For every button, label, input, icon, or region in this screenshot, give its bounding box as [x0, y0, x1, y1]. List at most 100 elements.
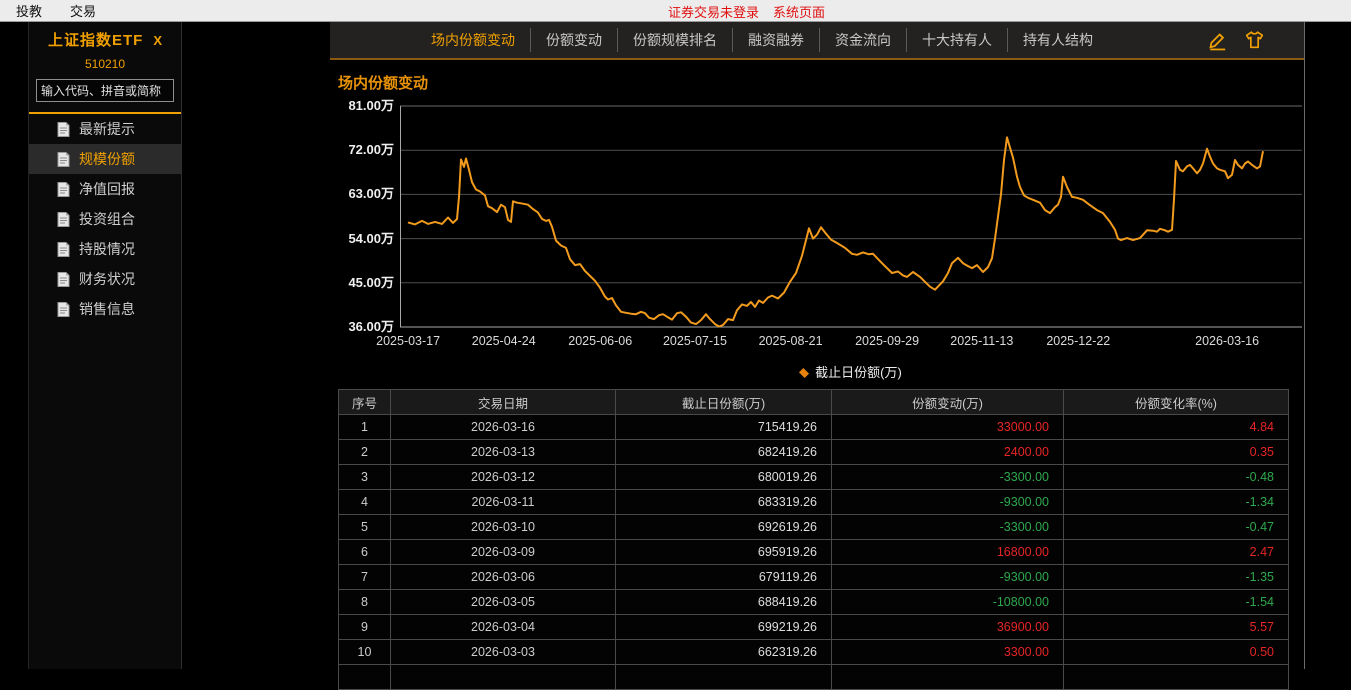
- table-cell: 7: [339, 565, 391, 590]
- sidebar-item-规模份额[interactable]: 规模份额: [29, 144, 181, 174]
- y-axis-tick-label: 54.00万: [330, 230, 394, 248]
- table-cell: 6: [339, 540, 391, 565]
- table-row[interactable]: 12026-03-16715419.2633000.004.84: [339, 415, 1289, 440]
- table-cell: 10: [339, 640, 391, 665]
- x-axis-tick-label: 2026-03-16: [1195, 334, 1259, 348]
- table-header-cell: 截止日份额(万): [616, 390, 832, 415]
- sidebar-item-label: 最新提示: [79, 119, 135, 139]
- tshirt-theme-icon[interactable]: [1243, 29, 1266, 51]
- table-cell: 2026-03-04: [391, 615, 616, 640]
- tab-资金流向[interactable]: 资金流向: [819, 28, 906, 52]
- table-cell: 695919.26: [616, 540, 832, 565]
- close-icon[interactable]: X: [153, 33, 162, 48]
- table-cell: 8: [339, 590, 391, 615]
- menubar-item[interactable]: 投教: [2, 1, 56, 20]
- login-alert-text[interactable]: 系统页面: [773, 2, 825, 21]
- table-cell: 1: [339, 415, 391, 440]
- table-cell: -1.35: [1064, 565, 1289, 590]
- sidebar-item-最新提示[interactable]: 最新提示: [29, 114, 181, 144]
- tab-融资融券[interactable]: 融资融券: [732, 28, 819, 52]
- table-cell: 3: [339, 465, 391, 490]
- table-cell: 2026-03-06: [391, 565, 616, 590]
- sidebar-item-label: 净值回报: [79, 179, 135, 199]
- table-row[interactable]: 92026-03-04699219.2636900.005.57: [339, 615, 1289, 640]
- table-cell: 715419.26: [616, 415, 832, 440]
- document-icon: [57, 272, 70, 287]
- table-cell: 3300.00: [832, 640, 1064, 665]
- table-row[interactable]: 52026-03-10692619.26-3300.00-0.47: [339, 515, 1289, 540]
- y-axis-tick-label: 72.00万: [330, 141, 394, 159]
- table-cell: 16800.00: [832, 540, 1064, 565]
- table-cell: -10800.00: [832, 590, 1064, 615]
- table-row[interactable]: 42026-03-11683319.26-9300.00-1.34: [339, 490, 1289, 515]
- tab-场内份额变动[interactable]: 场内份额变动: [416, 28, 530, 52]
- table-cell: 679119.26: [616, 565, 832, 590]
- document-icon: [57, 122, 70, 137]
- table-row[interactable]: 62026-03-09695919.2616800.002.47: [339, 540, 1289, 565]
- tab-十大持有人[interactable]: 十大持有人: [906, 28, 1007, 52]
- table-cell: 9: [339, 615, 391, 640]
- sidebar-item-销售信息[interactable]: 销售信息: [29, 294, 181, 324]
- login-status-area: 证券交易未登录系统页面: [668, 0, 825, 22]
- sidebar-item-净值回报[interactable]: 净值回报: [29, 174, 181, 204]
- document-icon: [57, 302, 70, 317]
- sidebar-item-财务状况[interactable]: 财务状况: [29, 264, 181, 294]
- table-cell: 2026-03-11: [391, 490, 616, 515]
- table-cell: 2: [339, 440, 391, 465]
- table-cell: 2026-03-09: [391, 540, 616, 565]
- table-cell: 2026-03-13: [391, 440, 616, 465]
- x-axis-tick-label: 2025-09-29: [855, 334, 919, 348]
- table-cell: 683319.26: [616, 490, 832, 515]
- x-axis-tick-label: 2025-11-13: [950, 334, 1013, 348]
- table-cell: 2026-03-10: [391, 515, 616, 540]
- table-cell: -0.48: [1064, 465, 1289, 490]
- tab-份额规模排名[interactable]: 份额规模排名: [617, 28, 732, 52]
- x-axis-tick-label: 2025-12-22: [1046, 334, 1110, 348]
- table-cell: 682419.26: [616, 440, 832, 465]
- sidebar-item-label: 持股情况: [79, 239, 135, 259]
- x-axis-tick-label: 2025-04-24: [472, 334, 536, 348]
- sidebar: 上证指数ETF X 510210 最新提示 规模份额: [28, 22, 182, 669]
- fund-name: 上证指数ETF: [48, 32, 143, 49]
- document-icon: [57, 182, 70, 197]
- search-input[interactable]: [36, 79, 174, 102]
- table-row[interactable]: 82026-03-05688419.26-10800.00-1.54: [339, 590, 1289, 615]
- table-row[interactable]: 72026-03-06679119.26-9300.00-1.35: [339, 565, 1289, 590]
- table-cell: 662319.26: [616, 640, 832, 665]
- table-cell: 4: [339, 490, 391, 515]
- legend-label: 截止日份额(万): [815, 365, 902, 380]
- sidebar-item-label: 规模份额: [79, 149, 135, 169]
- table-cell: 36900.00: [832, 615, 1064, 640]
- table-row[interactable]: 22026-03-13682419.262400.000.35: [339, 440, 1289, 465]
- table-cell: 2026-03-03: [391, 640, 616, 665]
- table-header-cell: 份额变化率(%): [1064, 390, 1289, 415]
- table-row[interactable]: 102026-03-03662319.263300.000.50: [339, 640, 1289, 665]
- fund-code: 510210: [29, 57, 181, 71]
- share-table: 序号交易日期截止日份额(万)份额变动(万)份额变化率(%) 12026-03-1…: [338, 389, 1288, 690]
- login-alert-text[interactable]: 证券交易未登录: [668, 2, 759, 21]
- table-cell: 692619.26: [616, 515, 832, 540]
- sidebar-item-持股情况[interactable]: 持股情况: [29, 234, 181, 264]
- table-header-cell: 份额变动(万): [832, 390, 1064, 415]
- document-icon: [57, 152, 70, 167]
- legend-diamond-icon: [799, 368, 809, 378]
- x-axis-tick-label: 2025-07-15: [663, 334, 727, 348]
- sidebar-item-label: 投资组合: [79, 209, 135, 229]
- tab-bar: 场内份额变动份额变动份额规模排名融资融券资金流向十大持有人持有人结构: [330, 22, 1304, 60]
- table-header-cell: 序号: [339, 390, 391, 415]
- table-header-cell: 交易日期: [391, 390, 616, 415]
- table-row[interactable]: 32026-03-12680019.26-3300.00-0.48: [339, 465, 1289, 490]
- menubar-item[interactable]: 交易: [56, 1, 110, 20]
- edit-pen-icon[interactable]: [1207, 29, 1229, 51]
- table-cell: 5: [339, 515, 391, 540]
- y-axis-tick-label: 45.00万: [330, 274, 394, 292]
- table-cell: 699219.26: [616, 615, 832, 640]
- table-cell: 4.84: [1064, 415, 1289, 440]
- table-cell: -1.34: [1064, 490, 1289, 515]
- share-change-chart: [400, 106, 1302, 327]
- tab-份额变动[interactable]: 份额变动: [530, 28, 617, 52]
- sidebar-item-投资组合[interactable]: 投资组合: [29, 204, 181, 234]
- sidebar-item-label: 财务状况: [79, 269, 135, 289]
- table-cell: -3300.00: [832, 515, 1064, 540]
- tab-持有人结构[interactable]: 持有人结构: [1007, 28, 1108, 52]
